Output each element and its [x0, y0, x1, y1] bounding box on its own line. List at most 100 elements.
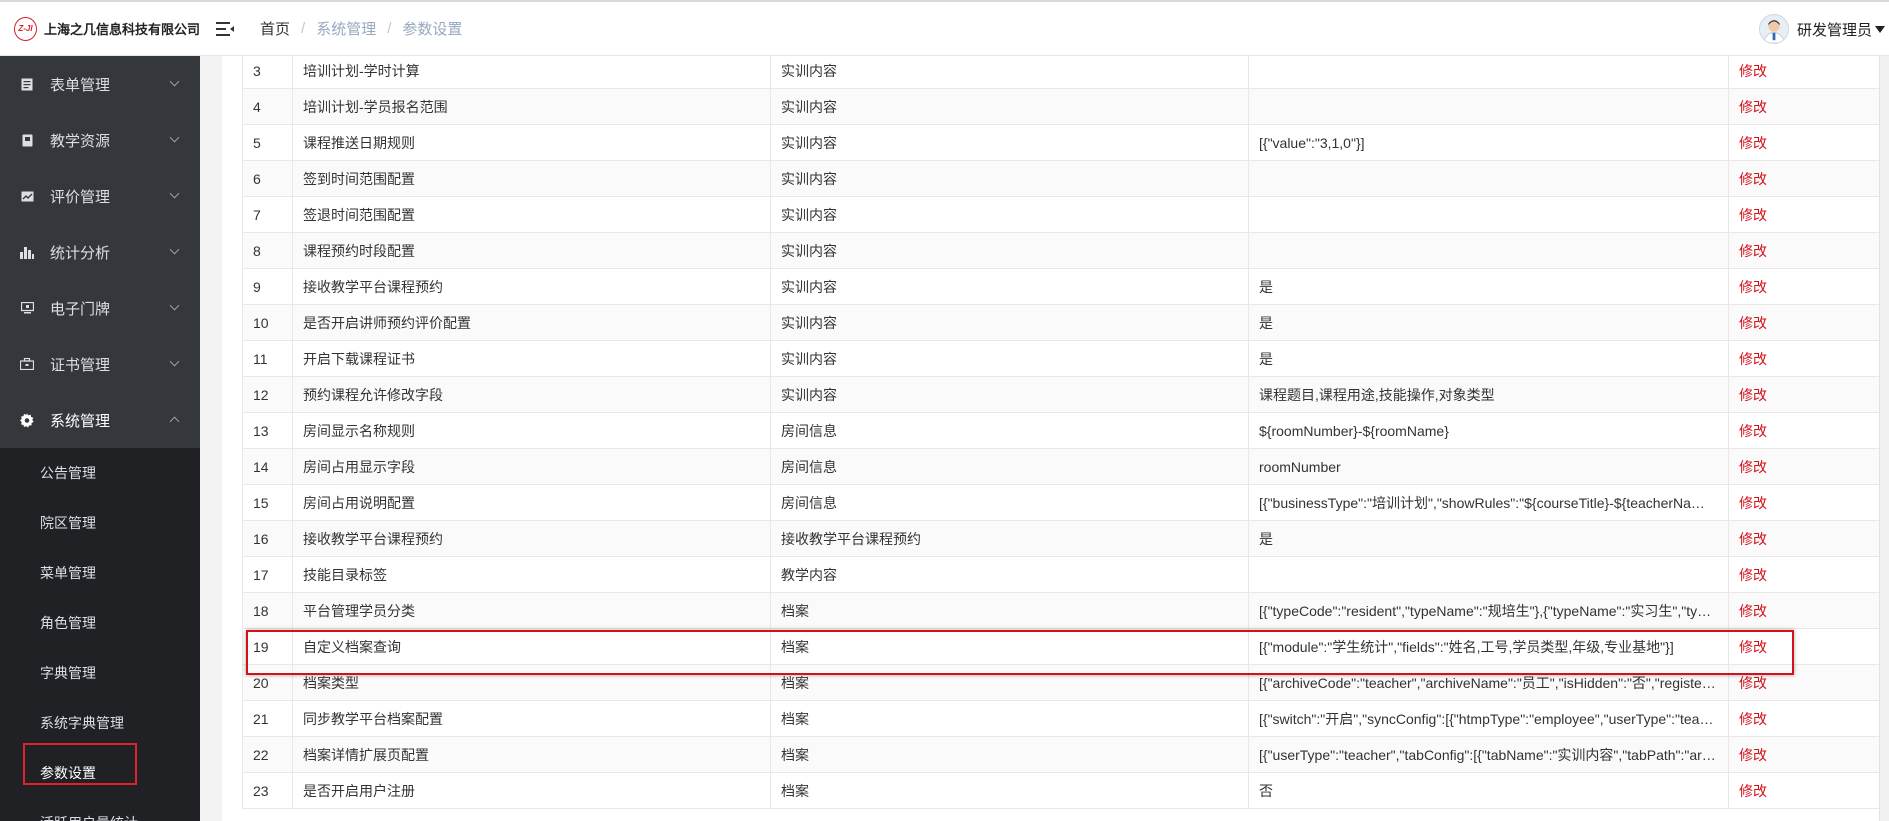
sidebar-group-certificate-management[interactable]: 证书管理 [0, 336, 200, 392]
edit-link[interactable]: 修改 [1728, 56, 1880, 89]
edit-link[interactable]: 修改 [1728, 88, 1880, 125]
param-name: 房间占用说明配置 [292, 484, 771, 521]
param-name: 房间显示名称规则 [292, 412, 771, 449]
row-number: 3 [242, 56, 293, 89]
param-category: 实训内容 [770, 196, 1249, 233]
sidebar-item-dictionary[interactable]: 字典管理 [0, 648, 200, 698]
sidebar-item-system-dictionary[interactable]: 系统字典管理 [0, 698, 200, 748]
row-number: 7 [242, 196, 293, 233]
edit-link[interactable]: 修改 [1728, 304, 1880, 341]
sidebar-item-menu[interactable]: 菜单管理 [0, 548, 200, 598]
sidebar-group-electronic-doorplate[interactable]: 电子门牌 [0, 280, 200, 336]
system-management-submenu: 公告管理 院区管理 菜单管理 角色管理 字典管理 系统字典管理 参数设置 活跃用… [0, 448, 200, 821]
scrollbar[interactable] [1879, 56, 1889, 821]
table-row: 23 是否开启用户注册 档案否修改 [242, 772, 1880, 809]
user-menu[interactable]: 研发管理员 [1758, 14, 1885, 44]
row-number: 10 [242, 304, 293, 341]
table-row: 7 签退时间范围配置 实训内容 修改 [242, 196, 1880, 233]
param-name: 签到时间范围配置 [292, 160, 771, 197]
param-category: 档案 [770, 736, 1249, 773]
sidebar-item-announcement[interactable]: 公告管理 [0, 448, 200, 498]
param-name: 是否开启讲师预约评价配置 [292, 304, 771, 341]
row-number: 6 [242, 160, 293, 197]
breadcrumb-home[interactable]: 首页 [260, 18, 290, 39]
breadcrumb-separator: / [301, 20, 306, 37]
sidebar-item-role[interactable]: 角色管理 [0, 598, 200, 648]
edit-link[interactable]: 修改 [1728, 700, 1880, 737]
edit-link[interactable]: 修改 [1728, 160, 1880, 197]
table-row: 8 课程预约时段配置 实训内容 修改 [242, 232, 1880, 269]
sidebar-group-system-management[interactable]: 系统管理 [0, 392, 200, 448]
row-number: 9 [242, 268, 293, 305]
sidebar-group-label: 表单管理 [50, 76, 111, 94]
param-value: [{"switch":"开启","syncConfig":[{"htmpType… [1248, 700, 1729, 737]
edit-link[interactable]: 修改 [1728, 412, 1880, 449]
table-row: 20 档案类型 档案 [{"archiveCode":"teacher","archi… [242, 664, 1880, 701]
param-name: 平台管理学员分类 [292, 592, 771, 629]
row-number: 14 [242, 448, 293, 485]
table-row: 15 房间占用说明配置 房间信息 [{"businessType":"培训计划","s… [242, 484, 1880, 521]
edit-link[interactable]: 修改 [1728, 664, 1880, 701]
bar-chart-icon [20, 245, 34, 259]
edit-link[interactable]: 修改 [1728, 268, 1880, 305]
param-value [1248, 196, 1729, 233]
row-number: 16 [242, 520, 293, 557]
param-category: 档案 [770, 628, 1249, 665]
edit-link[interactable]: 修改 [1728, 556, 1880, 593]
sidebar-item-active-users[interactable]: 活跃用户量统计 [0, 798, 200, 821]
edit-link[interactable]: 修改 [1728, 340, 1880, 377]
sidebar-group-evaluation-management[interactable]: 评价管理 [0, 168, 200, 224]
sidebar-item-campus[interactable]: 院区管理 [0, 498, 200, 548]
row-number: 17 [242, 556, 293, 593]
company-logo[interactable]: Z-JI 上海之几信息科技有限公司 [0, 16, 200, 41]
sidebar-item-parameter-settings[interactable]: 参数设置 [0, 748, 200, 798]
sidebar-group-label: 统计分析 [50, 244, 111, 262]
row-number: 20 [242, 664, 293, 701]
param-name: 预约课程允许修改字段 [292, 376, 771, 413]
chevron-down-icon [169, 356, 180, 367]
edit-link[interactable]: 修改 [1728, 448, 1880, 485]
param-category: 实训内容 [770, 268, 1249, 305]
edit-link[interactable]: 修改 [1728, 592, 1880, 629]
top-bar: Z-JI 上海之几信息科技有限公司 首页 / 系统管理 / 参数设置 研发管理员 [0, 0, 1889, 56]
monitor-icon [20, 301, 34, 315]
edit-link[interactable]: 修改 [1728, 772, 1880, 809]
param-category: 档案 [770, 772, 1249, 809]
sidebar-group-teaching-resources[interactable]: 教学资源 [0, 112, 200, 168]
edit-link[interactable]: 修改 [1728, 484, 1880, 521]
param-category: 实训内容 [770, 232, 1249, 269]
edit-link[interactable]: 修改 [1728, 232, 1880, 269]
chevron-down-icon [1875, 25, 1885, 33]
row-number: 22 [242, 736, 293, 773]
sidebar-group-label: 评价管理 [50, 188, 111, 206]
sidebar-group-label: 证书管理 [50, 356, 111, 374]
menu-collapse-icon[interactable] [214, 18, 236, 40]
sidebar-group-statistics[interactable]: 统计分析 [0, 224, 200, 280]
chevron-down-icon [169, 132, 180, 143]
param-name: 开启下载课程证书 [292, 340, 771, 377]
param-name: 房间占用显示字段 [292, 448, 771, 485]
param-value [1248, 232, 1729, 269]
logo-mark: Z-JI [14, 16, 37, 41]
row-number: 21 [242, 700, 293, 737]
edit-link[interactable]: 修改 [1728, 196, 1880, 233]
edit-link[interactable]: 修改 [1728, 376, 1880, 413]
edit-link[interactable]: 修改 [1728, 736, 1880, 773]
edit-link[interactable]: 修改 [1728, 628, 1880, 665]
sidebar-group-form-management[interactable]: 表单管理 [0, 56, 200, 112]
table-row: 16 接收教学平台课程预约 接收教学平台课程预约是修改 [242, 520, 1880, 557]
chevron-down-icon [169, 76, 180, 87]
avatar [1758, 14, 1789, 44]
edit-link[interactable]: 修改 [1728, 124, 1880, 161]
chevron-down-icon [169, 188, 180, 199]
row-number: 4 [242, 88, 293, 125]
param-value: [{"archiveCode":"teacher","archiveName":… [1248, 664, 1729, 701]
edit-link[interactable]: 修改 [1728, 520, 1880, 557]
param-category: 房间信息 [770, 412, 1249, 449]
param-name: 培训计划-学时计算 [292, 56, 771, 89]
param-category: 档案 [770, 700, 1249, 737]
param-value: ${roomNumber}-${roomName} [1248, 412, 1729, 449]
table-row: 10 是否开启讲师预约评价配置 实训内容是修改 [242, 304, 1880, 341]
row-number: 23 [242, 772, 293, 809]
param-name: 培训计划-学员报名范围 [292, 88, 771, 125]
